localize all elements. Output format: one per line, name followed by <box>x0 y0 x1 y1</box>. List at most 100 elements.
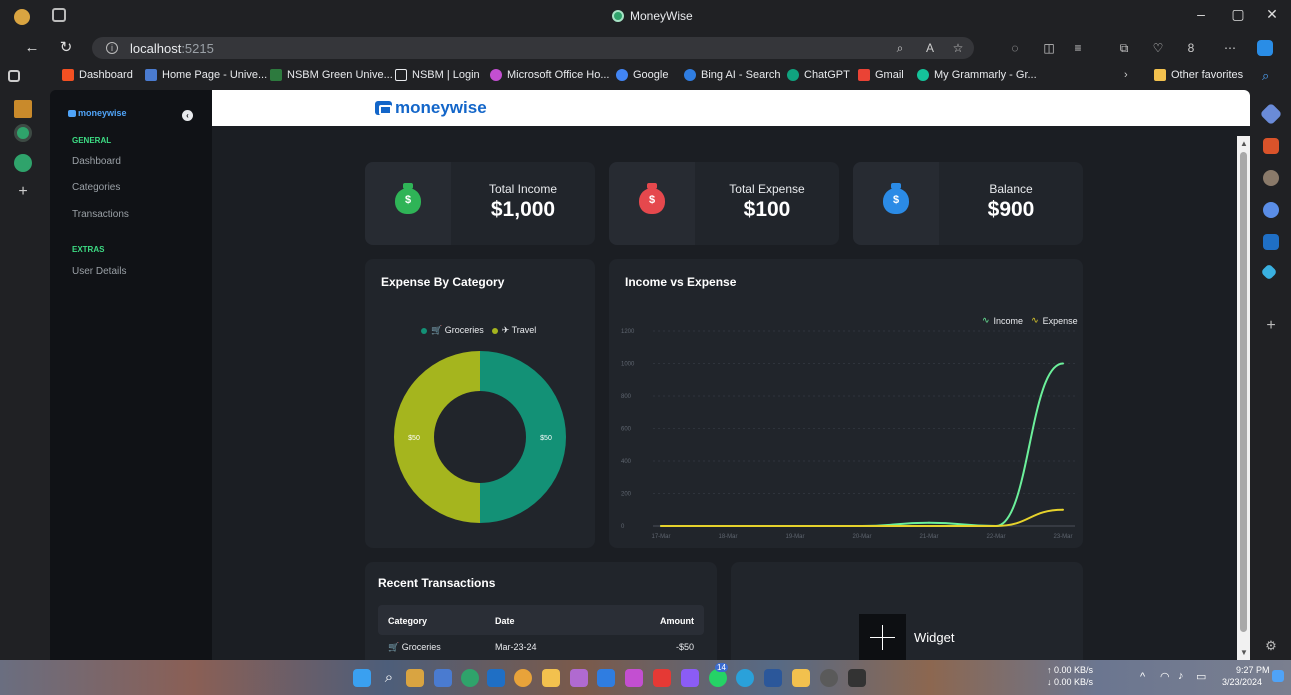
data-point-income[interactable] <box>928 521 930 524</box>
telegram-icon[interactable] <box>736 669 754 687</box>
bookmark-dashboard[interactable]: Dashboard <box>62 69 133 81</box>
vscode-icon[interactable] <box>597 669 615 687</box>
data-point-income[interactable] <box>1062 362 1064 365</box>
page-scrollbar[interactable]: ▲ ▼ <box>1237 136 1250 660</box>
collections-icon[interactable]: ⧉ <box>1116 40 1132 56</box>
clock-time[interactable]: 9:27 PM <box>1236 665 1270 675</box>
read-aloud-icon[interactable]: A <box>922 40 938 56</box>
bookmark-gmail[interactable]: Gmail <box>858 69 904 81</box>
file-explorer-icon[interactable] <box>542 669 560 687</box>
data-point-expense[interactable] <box>928 525 930 527</box>
data-point-expense[interactable] <box>1062 508 1064 511</box>
app-icon[interactable] <box>625 669 643 687</box>
visual-studio-icon[interactable] <box>681 669 699 687</box>
terminal-icon[interactable] <box>848 669 866 687</box>
bookmark-home-page[interactable]: Home Page - Unive... <box>145 69 267 81</box>
tray-overflow-icon[interactable]: ^ <box>1140 671 1145 683</box>
y-tick-label: 0 <box>621 524 625 530</box>
header-brand[interactable]: moneywise <box>375 98 487 118</box>
site-info-icon[interactable]: i <box>106 42 118 54</box>
bookmark-grammarly[interactable]: My Grammarly - Gr... <box>917 69 1037 81</box>
scroll-down-icon[interactable]: ▼ <box>1240 648 1248 657</box>
bookmark-other-favorites[interactable]: Other favorites <box>1154 69 1243 81</box>
sidebar-item-dashboard[interactable]: Dashboard <box>72 156 121 167</box>
data-point-expense[interactable] <box>660 525 662 527</box>
drop-icon[interactable] <box>1260 263 1278 281</box>
sidebar-logo[interactable]: moneywise <box>68 108 127 118</box>
search-icon[interactable]: ⌕ <box>1262 68 1269 84</box>
tab-moneywise-active[interactable] <box>14 124 32 142</box>
profile-avatar[interactable] <box>14 9 30 25</box>
word-icon[interactable] <box>764 669 782 687</box>
outlook-icon[interactable] <box>1263 234 1279 250</box>
app-icon[interactable] <box>570 669 588 687</box>
pie-slice-travel[interactable] <box>394 351 480 523</box>
microsoft-365-icon[interactable] <box>1263 202 1279 218</box>
youtube-icon[interactable] <box>653 669 671 687</box>
edge-icon[interactable] <box>461 669 479 687</box>
data-point-expense[interactable] <box>727 525 729 527</box>
restore-icon[interactable]: ▢ <box>1226 6 1250 26</box>
tab-actions-icon[interactable] <box>52 8 66 22</box>
notification-icon[interactable] <box>1272 670 1284 682</box>
favorites-list-icon[interactable]: ≡ <box>1070 40 1086 56</box>
app-icon[interactable] <box>820 669 838 687</box>
sticky-notes-icon[interactable] <box>792 669 810 687</box>
favorite-star-icon[interactable]: ☆ <box>950 40 966 56</box>
zoom-icon[interactable]: ⌕ <box>892 40 908 56</box>
bookmark-bing-ai[interactable]: Bing AI - Search <box>684 69 781 81</box>
volume-icon[interactable]: ♪ <box>1178 670 1184 682</box>
tab-moneywise[interactable] <box>14 154 32 172</box>
chrome-icon[interactable] <box>514 669 532 687</box>
sidebar-toggle-icon[interactable] <box>8 70 20 82</box>
widgets-icon[interactable] <box>406 669 424 687</box>
profile-share-icon[interactable]: 8 <box>1183 40 1199 56</box>
add-widget-button[interactable]: Widget <box>859 614 954 660</box>
scroll-thumb[interactable] <box>1240 152 1247 632</box>
app-icon[interactable] <box>487 669 505 687</box>
battery-icon[interactable]: ▭ <box>1196 670 1206 683</box>
extensions-icon[interactable]: ◌ <box>1007 40 1023 56</box>
refresh-icon[interactable]: ↻ <box>56 38 76 58</box>
settings-gear-icon[interactable]: ⚙ <box>1263 638 1279 654</box>
minimize-icon[interactable]: – <box>1189 6 1213 26</box>
add-sidebar-app-icon[interactable]: + <box>1263 318 1279 334</box>
back-icon[interactable]: ← <box>22 38 42 58</box>
toolbox-icon[interactable] <box>1263 138 1279 154</box>
bookmark-nsbm-green[interactable]: NSBM Green Unive... <box>270 69 393 81</box>
y-tick-label: 800 <box>621 394 632 400</box>
whatsapp-icon[interactable]: 14 <box>709 663 728 687</box>
games-icon[interactable] <box>1263 170 1279 186</box>
notes-icon[interactable] <box>434 669 452 687</box>
data-point-expense[interactable] <box>995 525 997 527</box>
tab-logo-icon[interactable] <box>14 100 32 118</box>
sidebar-item-transactions[interactable]: Transactions <box>72 209 129 220</box>
copilot-icon[interactable] <box>1257 40 1273 56</box>
wifi-icon[interactable]: ◠ <box>1160 670 1170 683</box>
sidebar-item-categories[interactable]: Categories <box>72 182 120 193</box>
pie-slice-groceries[interactable] <box>480 351 566 523</box>
start-windows-icon[interactable] <box>353 669 371 687</box>
bookmark-google[interactable]: Google <box>616 69 668 81</box>
bookmark-chatgpt[interactable]: ChatGPT <box>787 69 850 81</box>
sidebar-item-user-details[interactable]: User Details <box>72 266 126 277</box>
bookmark-office-home[interactable]: Microsoft Office Ho... <box>490 69 610 81</box>
scroll-up-icon[interactable]: ▲ <box>1240 139 1248 148</box>
bookmark-nsbm-login[interactable]: NSBM | Login <box>395 69 480 81</box>
search-icon[interactable]: ⌕ <box>380 669 398 687</box>
url-field[interactable]: i localhost:5215 <box>92 37 974 59</box>
series-line-income[interactable] <box>660 362 1064 528</box>
data-point-expense[interactable] <box>794 525 796 527</box>
close-icon[interactable]: ✕ <box>1260 6 1284 26</box>
new-tab-icon[interactable]: + <box>14 184 32 202</box>
split-screen-icon[interactable]: ◫ <box>1041 40 1057 56</box>
table-row[interactable]: 🛒 Groceries Mar-23-24 -$50 <box>378 638 704 660</box>
bookmark-label: NSBM | Login <box>412 69 480 81</box>
tag-icon[interactable] <box>1259 102 1283 126</box>
clock-date[interactable]: 3/23/2024 <box>1222 677 1262 687</box>
data-point-expense[interactable] <box>861 525 863 527</box>
collapse-sidebar-icon[interactable]: ‹ <box>182 110 193 121</box>
browser-essentials-icon[interactable]: ♡ <box>1150 40 1166 56</box>
more-menu-icon[interactable]: ⋯ <box>1222 40 1238 56</box>
bookmarks-overflow-icon[interactable]: › <box>1124 69 1128 81</box>
